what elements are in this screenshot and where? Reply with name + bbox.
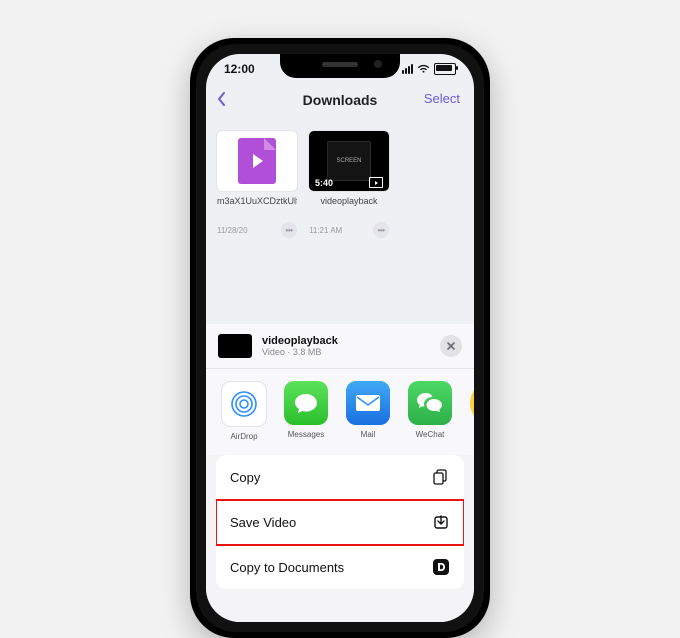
file-more-button[interactable]: ••• xyxy=(281,222,297,238)
screen: 12:00 Downloads Select xyxy=(206,54,474,622)
wechat-icon xyxy=(408,381,452,425)
notch xyxy=(280,54,400,78)
download-icon xyxy=(432,513,450,531)
video-file-icon xyxy=(238,138,276,184)
app-label: Messages xyxy=(288,430,324,439)
action-save-video[interactable]: Save Video xyxy=(216,500,464,545)
app-airdrop[interactable]: AirDrop xyxy=(216,381,272,441)
share-sheet: videoplayback Video · 3.8 MB AirDrop xyxy=(206,324,474,622)
wifi-icon xyxy=(417,64,430,74)
video-icon xyxy=(369,177,383,188)
app-more[interactable] xyxy=(464,381,474,441)
action-label: Copy to Documents xyxy=(230,560,344,575)
file-thumbnail: SCREEN 5:40 xyxy=(308,130,390,192)
file-item[interactable]: SCREEN 5:40 videoplayback 11:21 AM ••• xyxy=(308,130,390,238)
documents-app-icon xyxy=(432,558,450,576)
app-mail[interactable]: Mail xyxy=(340,381,396,441)
share-filename: videoplayback xyxy=(262,335,440,347)
copy-icon xyxy=(432,468,450,486)
file-item[interactable]: m3aX1UuXCDztkUlf 11/28/20 ••• xyxy=(216,130,298,238)
action-copy-to-documents[interactable]: Copy to Documents xyxy=(216,545,464,589)
phone-bezel: 12:00 Downloads Select xyxy=(196,44,484,632)
file-name: videoplayback xyxy=(309,197,389,217)
share-apps-row: AirDrop Messages Mail xyxy=(206,369,474,455)
share-actions: Copy Save Video Copy to Do xyxy=(206,455,474,599)
app-label: Mail xyxy=(361,430,376,439)
file-date: 11:21 AM xyxy=(309,226,342,235)
file-thumbnail xyxy=(216,130,298,192)
status-time: 12:00 xyxy=(224,62,255,76)
file-grid: m3aX1UuXCDztkUlf 11/28/20 ••• SCREEN 5:4… xyxy=(206,122,474,246)
app-wechat[interactable]: WeChat xyxy=(402,381,458,441)
battery-icon xyxy=(434,63,456,75)
action-label: Save Video xyxy=(230,515,296,530)
close-button[interactable] xyxy=(440,335,462,357)
page-title: Downloads xyxy=(303,92,378,108)
share-thumbnail xyxy=(218,334,252,358)
app-label: WeChat xyxy=(416,430,445,439)
messages-icon xyxy=(284,381,328,425)
video-duration: 5:40 xyxy=(315,178,333,188)
phone-frame: 12:00 Downloads Select xyxy=(190,38,490,638)
signal-icon xyxy=(402,64,413,74)
more-app-icon xyxy=(470,381,474,425)
action-copy[interactable]: Copy xyxy=(216,455,464,500)
app-messages[interactable]: Messages xyxy=(278,381,334,441)
share-subtitle: Video · 3.8 MB xyxy=(262,347,440,357)
app-label: AirDrop xyxy=(230,432,257,441)
airdrop-icon xyxy=(221,381,267,427)
nav-bar: Downloads Select xyxy=(206,84,474,116)
file-more-button[interactable]: ••• xyxy=(373,222,389,238)
mail-icon xyxy=(346,381,390,425)
file-name: m3aX1UuXCDztkUlf xyxy=(217,197,297,217)
share-sheet-header: videoplayback Video · 3.8 MB xyxy=(206,324,474,369)
back-button[interactable] xyxy=(216,90,228,108)
action-label: Copy xyxy=(230,470,260,485)
file-date: 11/28/20 xyxy=(217,226,248,235)
select-button[interactable]: Select xyxy=(424,91,460,106)
